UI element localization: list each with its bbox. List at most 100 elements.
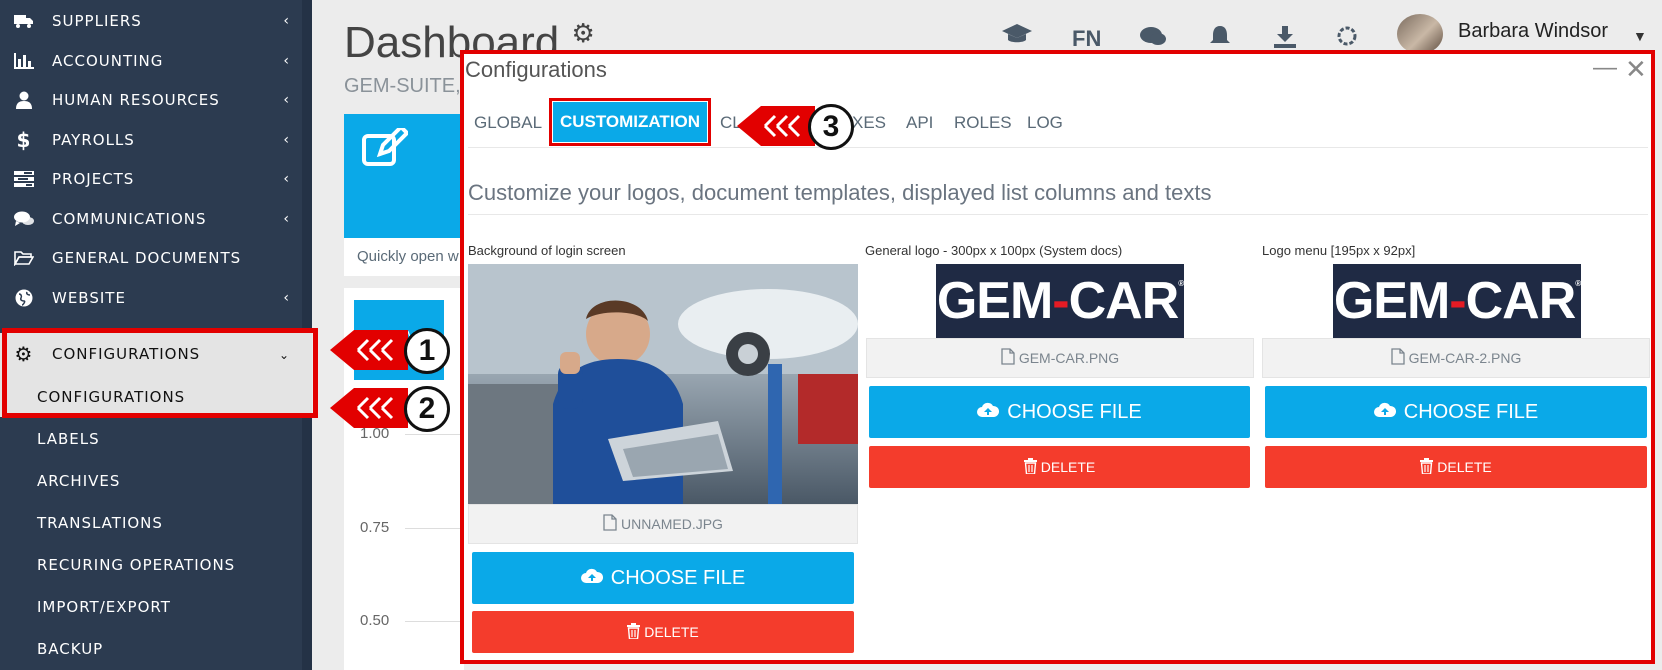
sidebar-item-label: WEBSITE [52,289,126,307]
settings-icon[interactable] [1335,24,1359,54]
caret-down-icon[interactable]: ▼ [1633,28,1647,44]
sidebar-subitem-import-export[interactable]: IMPORT/EXPORT [37,598,171,616]
arrow-annotation-2 [330,388,408,428]
file-name-box: GEM-CAR-2.PNG [1262,338,1650,378]
sidebar-item-human-resources[interactable]: HUMAN RESOURCES ‹ [0,79,312,121]
avatar[interactable] [1397,14,1443,54]
globe-icon [13,289,35,307]
comments-icon[interactable] [1140,26,1166,54]
sidebar-item-website[interactable]: WEBSITE ‹ [0,277,312,319]
login-background-image [468,264,858,504]
cloud-upload-icon [977,401,1000,424]
tab-api[interactable]: API [906,113,933,133]
chevron-left-icon: ‹ [283,92,290,108]
gem-car-logo: GEM - CAR ® [936,264,1184,338]
language-selector[interactable]: FN [1072,26,1101,52]
cloud-upload-icon [580,567,603,590]
sidebar-subitem-recuring-operations[interactable]: RECURING OPERATIONS [37,556,235,574]
gear-icon[interactable]: ⚙ [572,18,595,48]
tab-global[interactable]: GLOBAL [474,113,542,133]
file-name: GEM-CAR.PNG [1018,350,1120,366]
sidebar-item-label: COMMUNICATIONS [52,210,207,228]
tab-log[interactable]: LOG [1027,113,1063,133]
column-label: General logo - 300px x 100px (System doc… [865,243,1123,258]
download-icon[interactable] [1273,24,1297,54]
sidebar-subitem-archives[interactable]: ARCHIVES [37,472,120,490]
tasks-icon [13,171,35,187]
modal-title: Configurations [465,57,607,82]
delete-button[interactable]: DELETE [869,446,1250,488]
minimize-icon[interactable]: — [1593,54,1617,82]
sidebar-subitem-labels[interactable]: LABELS [37,430,100,448]
chevron-left-icon: ‹ [283,13,290,29]
trash-icon [1023,457,1037,477]
file-name: GEM-CAR-2.PNG [1408,350,1522,366]
sidebar-item-payrolls[interactable]: $ PAYROLLS ‹ [0,119,312,161]
delete-button[interactable]: DELETE [1265,446,1647,488]
tabs-divider [468,147,1648,148]
grid-line [405,528,465,529]
cloud-upload-icon [1373,401,1396,424]
dollar-icon: $ [16,128,32,152]
arrow-annotation-1 [330,330,408,370]
sidebar-item-suppliers[interactable]: SUPPLIERS ‹ [0,0,312,42]
step-badge: 2 [404,386,450,432]
user-icon [13,91,35,109]
step-badge: 1 [404,328,450,374]
sidebar-subitem-backup[interactable]: BACKUP [37,640,103,658]
sidebar-item-label: PAYROLLS [52,131,135,149]
axis-label: 0.75 [360,519,390,536]
choose-file-button[interactable]: CHOOSE FILE [869,386,1250,438]
sidebar-subitem-translations[interactable]: TRANSLATIONS [37,514,163,532]
folder-open-icon [13,250,35,266]
bar-chart-icon [13,53,35,69]
file-icon [1001,348,1015,368]
file-icon [1390,348,1405,368]
arrow-annotation-3 [737,106,815,146]
chevron-left-icon: ‹ [283,290,290,306]
trash-icon [1420,457,1434,477]
choose-file-button[interactable]: CHOOSE FILE [1265,386,1647,438]
bell-icon[interactable] [1209,24,1231,54]
sidebar-item-label: GENERAL DOCUMENTS [52,249,242,267]
edit-icon [362,128,408,166]
file-icon [603,514,617,534]
sidebar-item-label: HUMAN RESOURCES [52,91,220,109]
tab-roles[interactable]: ROLES [954,113,1012,133]
tab-highlight [549,98,711,146]
file-name-box: GEM-CAR.PNG [866,338,1254,378]
chevron-left-icon: ‹ [283,171,290,187]
sidebar-item-projects[interactable]: PROJECTS ‹ [0,158,312,200]
step-badge: 3 [808,104,854,150]
comments-icon [13,211,35,227]
quick-open-text: Quickly open w [344,238,464,276]
chevron-left-icon: ‹ [283,53,290,69]
axis-label: 0.50 [360,612,390,629]
sidebar-item-communications[interactable]: COMMUNICATIONS ‹ [0,198,312,240]
truck-icon [13,13,35,29]
chevron-left-icon: ‹ [283,132,290,148]
quick-open-card[interactable] [344,114,464,238]
delete-button[interactable]: DELETE [472,611,854,653]
sidebar-item-accounting[interactable]: ACCOUNTING ‹ [0,40,312,82]
tab-taxes[interactable]: XES [852,113,886,133]
sidebar-item-general-documents[interactable]: GENERAL DOCUMENTS [0,237,312,279]
sidebar-item-label: ACCOUNTING [52,52,164,70]
trash-icon [627,622,641,642]
sidebar-item-label: SUPPLIERS [52,12,142,30]
section-title: Customize your logos, document templates… [468,180,1212,205]
section-divider [468,214,1648,215]
column-label: Background of login screen [468,243,626,258]
sidebar-highlight [2,328,318,418]
grid-line [405,621,465,622]
graduation-cap-icon[interactable] [1002,24,1032,52]
file-name: UNNAMED.JPG [621,516,723,532]
close-icon[interactable]: ✕ [1625,54,1647,85]
file-name-box: UNNAMED.JPG [468,504,858,544]
sidebar-item-label: PROJECTS [52,170,135,188]
grid-line [405,434,465,435]
choose-file-button[interactable]: CHOOSE FILE [472,552,854,604]
user-name[interactable]: Barbara Windsor [1458,20,1608,43]
column-label: Logo menu [195px x 92px] [1262,243,1416,258]
page-subtitle: GEM-SUITE, [344,75,461,97]
